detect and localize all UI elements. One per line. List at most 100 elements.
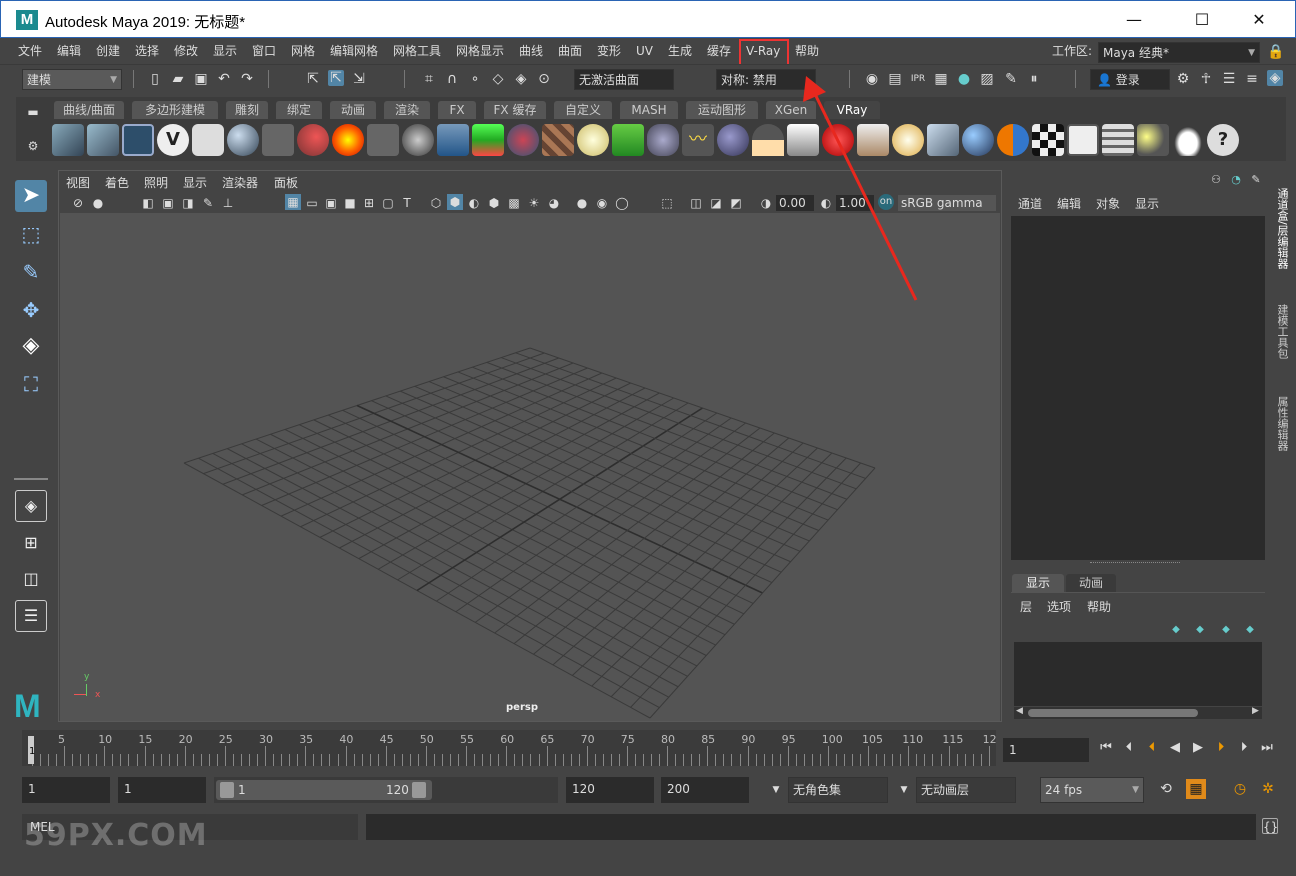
vray-omni-light-icon[interactable] [892,124,924,156]
time-slider[interactable]: 5 10 15 20 25 30 35 40 45 50 55 60 65 70 75 80 85 90 95 100… [22,730,997,766]
vp-menu-shading[interactable]: 着色 [105,174,129,191]
cb-menu-show[interactable]: 显示 [1135,195,1159,212]
range-end-handle[interactable] [412,782,426,798]
menu-modify[interactable]: 修改 [174,44,198,58]
play-backward-icon[interactable]: ◀ [1167,740,1183,756]
xray-components-icon[interactable]: ◩ [728,195,744,211]
vray-ies-light-icon[interactable]: 〰 [682,124,714,156]
shelf-tab-animation[interactable]: 动画 [330,101,376,119]
menu-mesh-tools[interactable]: 网格工具 [393,44,441,58]
vray-frame-buffer-icon[interactable] [122,124,154,156]
scrollbar-thumb[interactable] [1028,709,1198,717]
side-tab-attribute-editor[interactable]: 属性编辑器 [1270,388,1290,458]
render-view-icon[interactable]: ◉ [864,71,880,87]
vray-light-lister-icon[interactable] [1137,124,1169,156]
vray-cloud-icon[interactable] [1172,124,1204,156]
hypershade-icon[interactable]: ● [956,71,972,87]
render-settings-icon[interactable]: ▦ [933,71,949,87]
wireframe-on-shaded-icon[interactable]: ◐ [466,195,482,211]
go-to-start-icon[interactable]: ⏮ [1098,740,1114,756]
snap-vertex-icon[interactable]: ⊙ [536,71,552,87]
grid-toggle-icon[interactable]: ⊥ [220,195,236,211]
menu-surfaces[interactable]: 曲面 [558,44,582,58]
vray-render-icon[interactable] [52,124,84,156]
safe-action-icon[interactable]: ▢ [380,195,396,211]
menu-help[interactable]: 帮助 [795,44,819,58]
layer-menu-options[interactable]: 选项 [1047,598,1071,615]
vp-menu-panels[interactable]: 面板 [274,174,298,191]
persp-outliner-layout-icon[interactable]: ◫ [15,564,47,596]
close-button[interactable]: ✕ [1236,1,1282,39]
login-button[interactable]: 👤 登录 [1090,69,1170,90]
animation-start-field[interactable]: 1 [22,777,110,803]
ipr-render-icon[interactable]: IPR [910,71,926,87]
vray-grass-icon[interactable] [612,124,644,156]
vray-env-fog-icon[interactable] [927,124,959,156]
field-chart-icon[interactable]: ⊞ [361,195,377,211]
step-forward-frame-icon[interactable]: ⏵ [1236,740,1252,756]
vray-vrmesh-icon[interactable] [962,124,994,156]
play-forward-icon[interactable]: ▶ [1190,740,1206,756]
menu-window[interactable]: 窗口 [252,44,276,58]
layer-tab-animation[interactable]: 动画 [1066,574,1116,592]
vray-sphere-icon[interactable] [402,124,434,156]
new-layer-selected-icon[interactable]: ◆ [1242,622,1258,638]
smooth-shade-icon[interactable]: ⬢ [447,194,463,210]
isolate-select-icon[interactable]: ⬚ [659,195,675,211]
snap-view-icon[interactable]: ◇ [490,71,506,87]
snap-curve-icon[interactable]: ∩ [444,71,460,87]
layer-menu-help[interactable]: 帮助 [1087,598,1111,615]
gate-mask-icon[interactable]: ■ [342,195,358,211]
panel-splitter[interactable] [1090,562,1180,565]
vray-dome-light-icon[interactable] [577,124,609,156]
lasso-tool-icon[interactable]: ⬚ [15,218,47,250]
menu-uv[interactable]: UV [636,44,653,58]
shelf-tab-mash[interactable]: MASH [620,101,678,119]
maximize-button[interactable]: ☐ [1179,1,1225,39]
depth-of-field-icon[interactable]: ◯ [614,195,630,211]
menu-cache[interactable]: 缓存 [707,44,731,58]
use-all-lights-icon[interactable]: ▩ [506,195,522,211]
shelf-settings-icon[interactable]: ⚙ [25,138,41,154]
scale-tool-icon[interactable]: ⛶ [15,368,47,400]
image-plane-icon[interactable]: ▣ [160,195,176,211]
motion-blur-icon[interactable]: ● [574,195,590,211]
shelf-tab-rigging[interactable]: 绑定 [276,101,322,119]
color-space-field[interactable]: sRGB gamma [898,195,996,211]
vp-menu-renderer[interactable]: 渲染器 [222,174,258,191]
undo-icon[interactable]: ↶ [216,71,232,87]
vp-menu-lighting[interactable]: 照明 [144,174,168,191]
rotate-tool-icon[interactable]: ◈ [15,330,47,362]
2d-pan-icon[interactable]: ◨ [180,195,196,211]
vray-sun-icon[interactable] [752,124,784,156]
anim-layer-field[interactable]: 无动画层 [916,777,1016,803]
multisample-icon[interactable]: ◉ [594,195,610,211]
xray-joints-icon[interactable]: ◪ [708,195,724,211]
outliner-layout-icon[interactable]: ☰ [15,600,47,632]
character-icon[interactable]: ✲ [1260,781,1276,797]
attribute-editor-icon[interactable]: ☰ [1221,71,1237,87]
menu-generate[interactable]: 生成 [668,44,692,58]
vray-plane-icon[interactable] [367,124,399,156]
playback-end-field[interactable]: 120 [566,777,654,803]
vray-camera-icon[interactable] [262,124,294,156]
live-surface-field[interactable]: 无激活曲面 [574,69,674,90]
script-editor-icon[interactable]: {} [1262,818,1278,834]
step-back-frame-icon[interactable]: ⏴ [1121,740,1137,756]
menu-create[interactable]: 创建 [96,44,120,58]
gamma-field[interactable]: 1.00 [836,195,874,211]
menu-mesh-display[interactable]: 网格显示 [456,44,504,58]
menu-display[interactable]: 显示 [213,44,237,58]
render-frame-icon[interactable]: ▤ [887,71,903,87]
vray-help-icon[interactable]: ? [1207,124,1239,156]
select-component-icon[interactable]: ⇲ [351,71,367,87]
save-scene-icon[interactable]: ▣ [193,71,209,87]
menu-deform[interactable]: 变形 [597,44,621,58]
wireframe-icon[interactable]: ⬡ [428,195,444,211]
new-layer-icon[interactable]: ◆ [1218,622,1234,638]
modeling-toolkit-icon[interactable]: ⚙ [1175,71,1191,87]
minimize-button[interactable]: — [1111,1,1157,39]
shelf-tab-sculpt[interactable]: 雕刻 [226,101,268,119]
select-object-icon[interactable]: ⇱ [328,70,344,86]
vray-sphere-light-icon[interactable] [717,124,749,156]
